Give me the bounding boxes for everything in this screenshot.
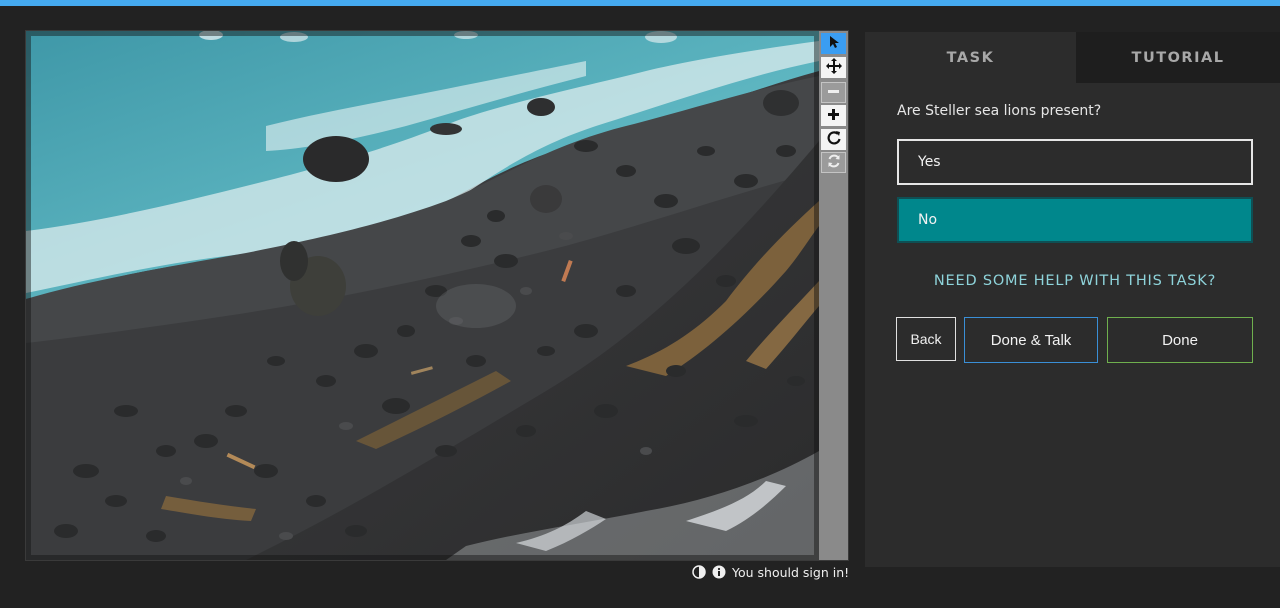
top-accent-bar bbox=[0, 0, 1280, 6]
plus-icon bbox=[827, 108, 840, 124]
tab-tutorial[interactable]: TUTORIAL bbox=[1076, 32, 1280, 83]
beach-photo-image bbox=[26, 31, 819, 560]
cursor-arrow-icon bbox=[828, 35, 840, 52]
done-and-talk-button[interactable]: Done & Talk bbox=[964, 317, 1098, 363]
status-line: You should sign in! bbox=[692, 563, 849, 581]
refresh-icon bbox=[827, 154, 841, 171]
task-question: Are Steller sea lions present? bbox=[897, 103, 1102, 119]
contrast-icon[interactable] bbox=[692, 565, 706, 579]
viewer-toolbar bbox=[819, 31, 848, 560]
tab-task[interactable]: TASK bbox=[865, 32, 1076, 83]
reset-tool-button[interactable] bbox=[821, 152, 846, 173]
answer-yes-label: Yes bbox=[918, 154, 941, 170]
rotate-icon bbox=[827, 131, 841, 148]
pointer-tool-button[interactable] bbox=[821, 33, 846, 54]
move-tool-button[interactable] bbox=[821, 57, 846, 78]
subject-photo[interactable] bbox=[26, 31, 819, 560]
task-panel: TASK TUTORIAL Are Steller sea lions pres… bbox=[865, 32, 1280, 567]
zoom-out-tool-button[interactable] bbox=[821, 82, 846, 103]
minus-icon bbox=[827, 85, 840, 101]
done-button[interactable]: Done bbox=[1107, 317, 1253, 363]
subject-viewer bbox=[25, 30, 849, 561]
zoom-in-tool-button[interactable] bbox=[821, 105, 846, 126]
answer-yes-option[interactable]: Yes bbox=[897, 139, 1253, 185]
rotate-tool-button[interactable] bbox=[821, 129, 846, 150]
sign-in-notice[interactable]: You should sign in! bbox=[732, 565, 849, 580]
move-arrows-icon bbox=[825, 58, 842, 77]
back-button[interactable]: Back bbox=[896, 317, 956, 361]
task-help-link[interactable]: NEED SOME HELP WITH THIS TASK? bbox=[897, 273, 1253, 289]
panel-tabs: TASK TUTORIAL bbox=[865, 32, 1280, 83]
info-icon[interactable] bbox=[712, 565, 726, 579]
answer-no-label: No bbox=[918, 212, 938, 228]
answer-no-option[interactable]: No bbox=[897, 197, 1253, 243]
